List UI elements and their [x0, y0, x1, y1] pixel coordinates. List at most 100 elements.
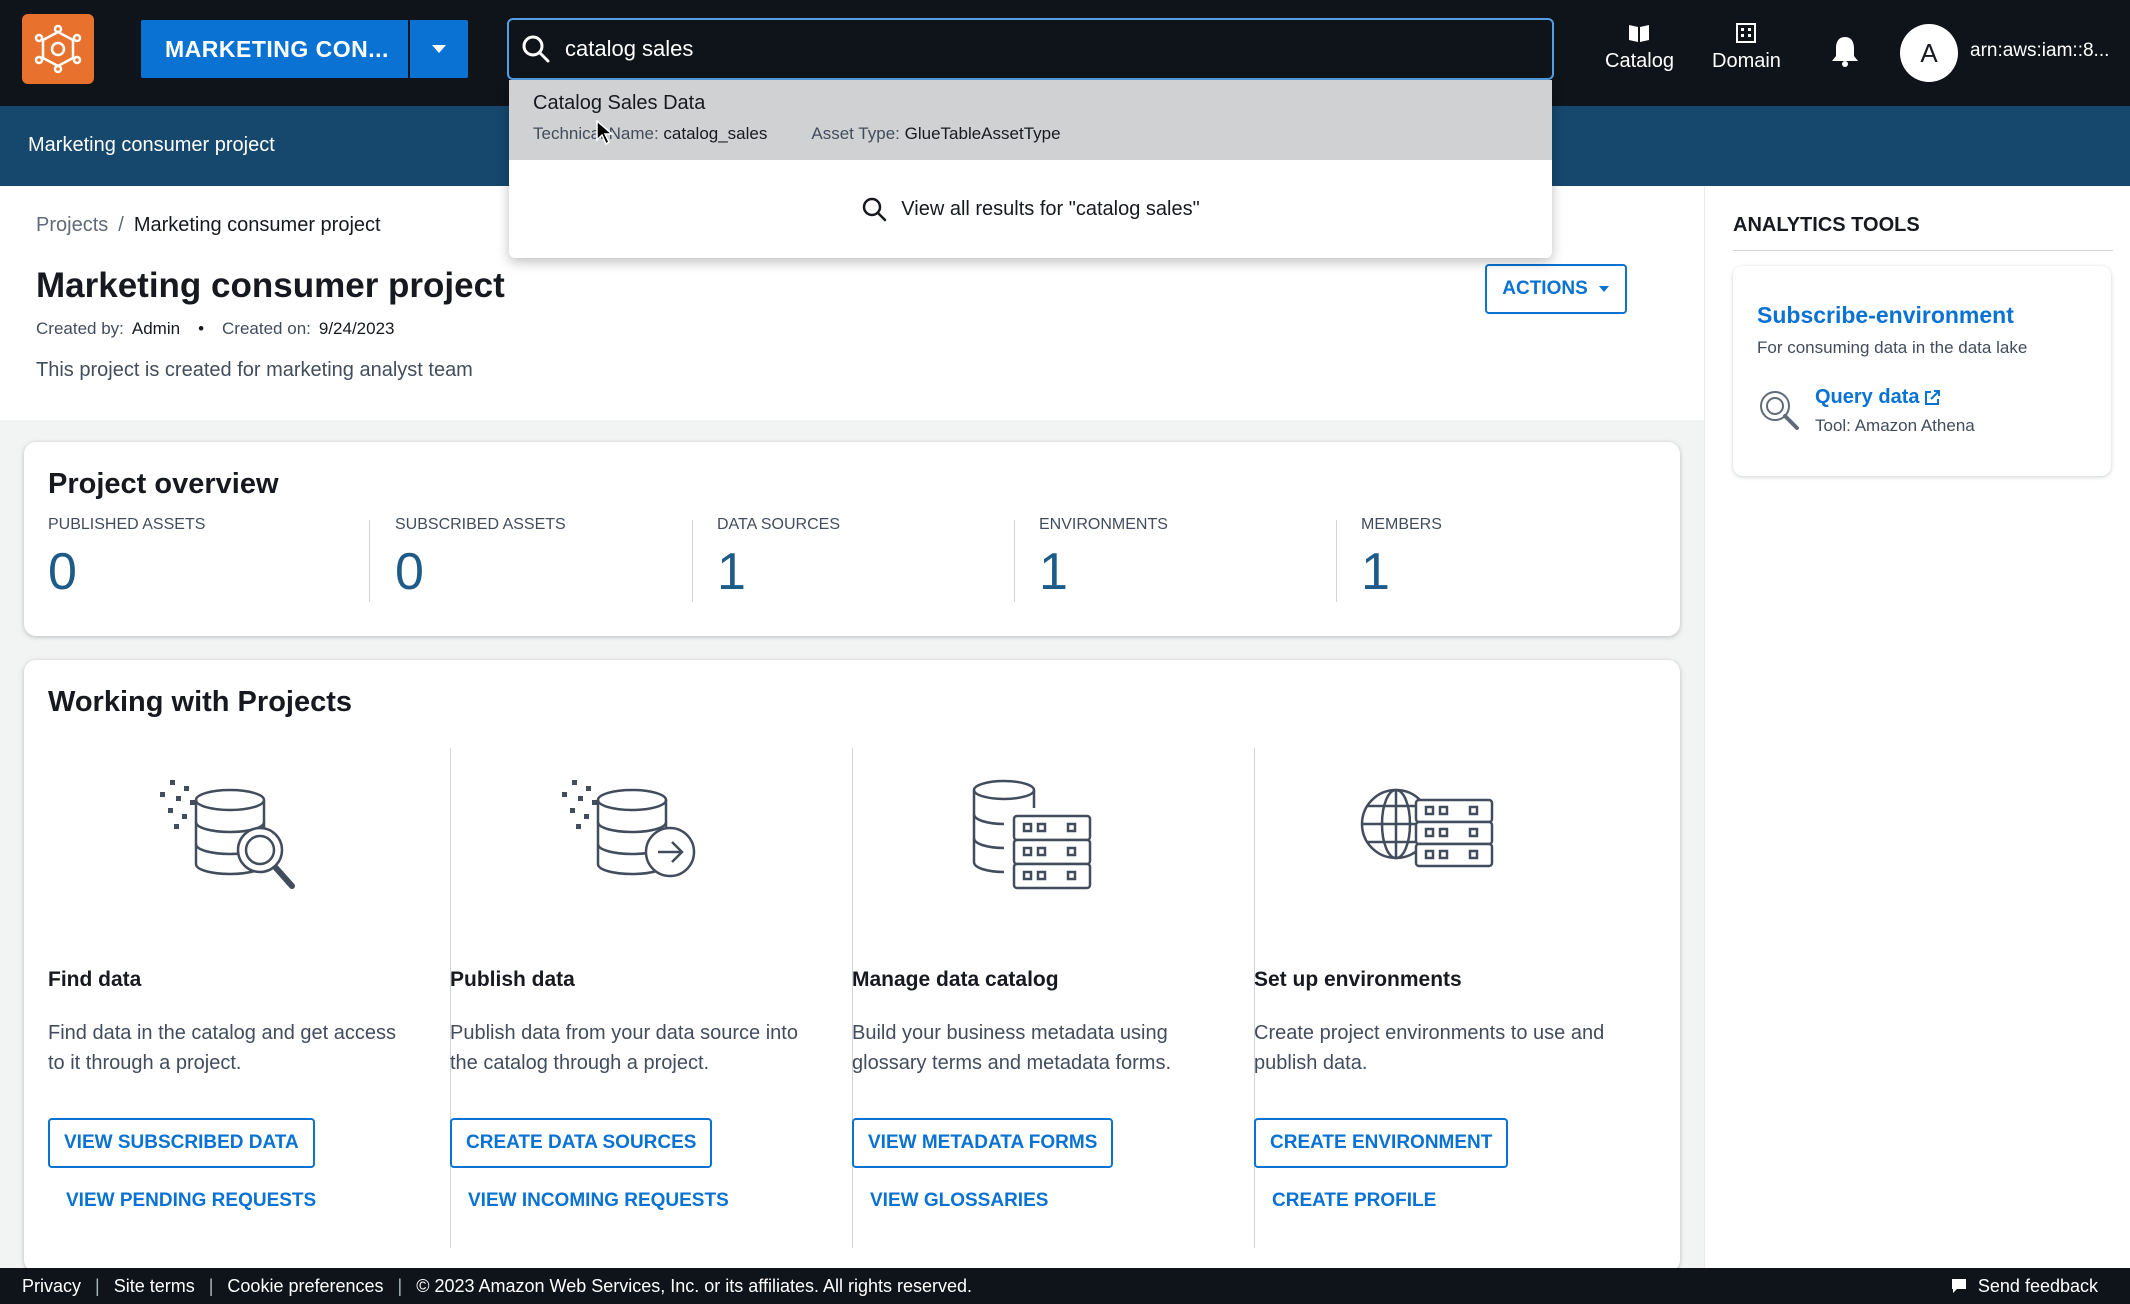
footer-cookie-preferences-link[interactable]: Cookie preferences — [227, 1276, 383, 1297]
environment-name-link[interactable]: Subscribe-environment — [1757, 302, 2014, 329]
query-tool-name: Tool: Amazon Athena — [1815, 416, 1975, 435]
setup-environments-column: Set up environments Create project envir… — [1230, 748, 1632, 1248]
stat-label: SUBSCRIBED ASSETS — [395, 516, 566, 533]
view-all-results[interactable]: View all results for "catalog sales" — [509, 160, 1552, 258]
user-avatar[interactable]: A — [1900, 24, 1958, 82]
stat-label: MEMBERS — [1361, 516, 1442, 533]
search-result-item[interactable]: Catalog Sales Data Technical Name: catal… — [509, 80, 1552, 160]
feedback-icon — [1951, 1279, 1966, 1293]
stat-divider — [692, 520, 693, 602]
stat-value[interactable]: 0 — [395, 542, 566, 602]
stat-divider — [1336, 520, 1337, 602]
view-incoming-requests-link[interactable]: VIEW INCOMING REQUESTS — [468, 1190, 729, 1212]
manage-catalog-heading: Manage data catalog — [852, 968, 1059, 991]
stat-value[interactable]: 1 — [1361, 542, 1442, 602]
breadcrumb-projects[interactable]: Projects — [36, 214, 108, 237]
asset-type-label: Asset Type: — [811, 124, 900, 143]
stat-value[interactable]: 1 — [1039, 542, 1168, 602]
footer-privacy-link[interactable]: Privacy — [22, 1276, 81, 1297]
query-data-link[interactable]: Query data — [1815, 386, 1941, 409]
footer-separator: | — [208, 1275, 214, 1296]
nav-domain[interactable]: Domain — [1712, 22, 1781, 73]
data-catalog-server-icon — [828, 778, 1230, 898]
created-on-value: 9/24/2023 — [318, 319, 395, 338]
stat-label: DATA SOURCES — [717, 516, 840, 533]
stat-value[interactable]: 1 — [717, 542, 840, 602]
search-icon — [863, 197, 887, 222]
publish-data-icon — [426, 778, 828, 898]
find-data-column: Find data Find data in the catalog and g… — [24, 748, 426, 1248]
band-project-title: Marketing consumer project — [28, 134, 275, 156]
footer-separator: | — [397, 1275, 403, 1296]
manage-catalog-text: Build your business metadata using gloss… — [852, 1022, 1172, 1074]
footer-site-terms-link[interactable]: Site terms — [114, 1276, 195, 1297]
project-selector-label[interactable]: MARKETING CON... — [141, 20, 408, 78]
breadcrumb-separator: / — [118, 214, 124, 236]
manage-catalog-column: Manage data catalog Build your business … — [828, 748, 1230, 1248]
view-subscribed-data-button[interactable]: VIEW SUBSCRIBED DATA — [48, 1118, 315, 1168]
create-profile-link[interactable]: CREATE PROFILE — [1272, 1190, 1436, 1212]
view-glossaries-link[interactable]: VIEW GLOSSARIES — [870, 1190, 1048, 1212]
nav-domain-label: Domain — [1712, 50, 1781, 72]
publish-data-heading: Publish data — [450, 968, 575, 991]
actions-button-label: ACTIONS — [1502, 278, 1588, 299]
project-overview-card: Project overview PUBLISHED ASSETS 0 SUBS… — [24, 442, 1680, 636]
created-by-label: Created by: — [36, 319, 124, 338]
stat-value[interactable]: 0 — [48, 542, 205, 602]
stat-label: PUBLISHED ASSETS — [48, 516, 206, 533]
create-environment-button[interactable]: CREATE ENVIRONMENT — [1254, 1118, 1509, 1168]
overview-stats: PUBLISHED ASSETS 0 SUBSCRIBED ASSETS 0 D… — [24, 516, 1680, 616]
find-data-text: Find data in the catalog and get access … — [48, 1022, 397, 1074]
catalog-search-box[interactable] — [507, 18, 1554, 80]
page-title: Marketing consumer project — [36, 266, 505, 305]
nav-catalog-label: Catalog — [1605, 50, 1674, 72]
view-all-results-label: View all results for "catalog sales" — [901, 197, 1200, 220]
working-with-projects-card: Working with Projects Find data Find dat… — [24, 660, 1680, 1272]
nav-catalog[interactable]: Catalog — [1605, 22, 1674, 73]
analytics-tools-title: ANALYTICS TOOLS — [1733, 214, 1920, 236]
created-by-value: Admin — [131, 319, 181, 338]
setup-environments-text: Create project environments to use and p… — [1254, 1022, 1605, 1074]
environment-globe-server-icon — [1230, 778, 1632, 898]
created-on-label: Created on: — [222, 319, 311, 338]
breadcrumb-current: Marketing consumer project — [133, 214, 381, 236]
stat-label: ENVIRONMENTS — [1039, 516, 1168, 533]
view-pending-requests-link[interactable]: VIEW PENDING REQUESTS — [66, 1190, 316, 1212]
query-data-label: Query data — [1815, 386, 1920, 408]
search-suggestions-dropdown: Catalog Sales Data Technical Name: catal… — [509, 80, 1552, 258]
main-content: Projects / Marketing consumer project Ma… — [0, 186, 1704, 1272]
view-metadata-forms-button[interactable]: VIEW METADATA FORMS — [852, 1118, 1114, 1168]
search-input[interactable] — [565, 36, 1465, 62]
caret-down-icon[interactable] — [410, 20, 468, 78]
stat-data-sources: DATA SOURCES 1 — [717, 516, 840, 606]
send-feedback-button[interactable]: Send feedback — [1950, 1268, 2098, 1304]
send-feedback-label: Send feedback — [1977, 1275, 2098, 1296]
project-description: This project is created for marketing an… — [36, 359, 473, 381]
find-data-icon — [24, 778, 426, 898]
create-data-sources-button[interactable]: CREATE DATA SOURCES — [450, 1118, 713, 1168]
stat-subscribed-assets: SUBSCRIBED ASSETS 0 — [395, 516, 566, 606]
result-title: Catalog Sales Data — [533, 92, 706, 114]
asset-type-value: GlueTableAssetType — [904, 124, 1061, 143]
footer: Privacy | Site terms | Cookie preference… — [0, 1268, 2130, 1304]
footer-separator: | — [95, 1275, 100, 1296]
footer-copyright: © 2023 Amazon Web Services, Inc. or its … — [416, 1275, 973, 1296]
stat-divider — [1014, 520, 1015, 602]
search-icon — [522, 35, 550, 63]
stat-divider — [369, 520, 370, 602]
publish-data-text: Publish data from your data source into … — [450, 1022, 798, 1074]
notifications-bell-icon[interactable] — [1830, 34, 1860, 73]
actions-button[interactable]: ACTIONS — [1485, 264, 1627, 314]
setup-environments-heading: Set up environments — [1254, 968, 1462, 991]
project-selector[interactable]: MARKETING CON... — [141, 20, 468, 78]
book-icon — [1629, 25, 1650, 42]
stat-members: MEMBERS 1 — [1361, 516, 1442, 606]
technical-name-value: catalog_sales — [663, 124, 768, 143]
account-arn[interactable]: arn:aws:iam::8... — [1970, 40, 2109, 62]
working-title: Working with Projects — [48, 686, 353, 718]
datazone-logo-icon[interactable] — [22, 14, 94, 84]
analytics-tools-panel: ANALYTICS TOOLS Subscribe-environment Fo… — [1704, 186, 2130, 1268]
panel-divider — [1733, 250, 2113, 251]
environment-tool-card: Subscribe-environment For consuming data… — [1733, 266, 2111, 476]
breadcrumb: Projects / Marketing consumer project — [36, 214, 381, 237]
